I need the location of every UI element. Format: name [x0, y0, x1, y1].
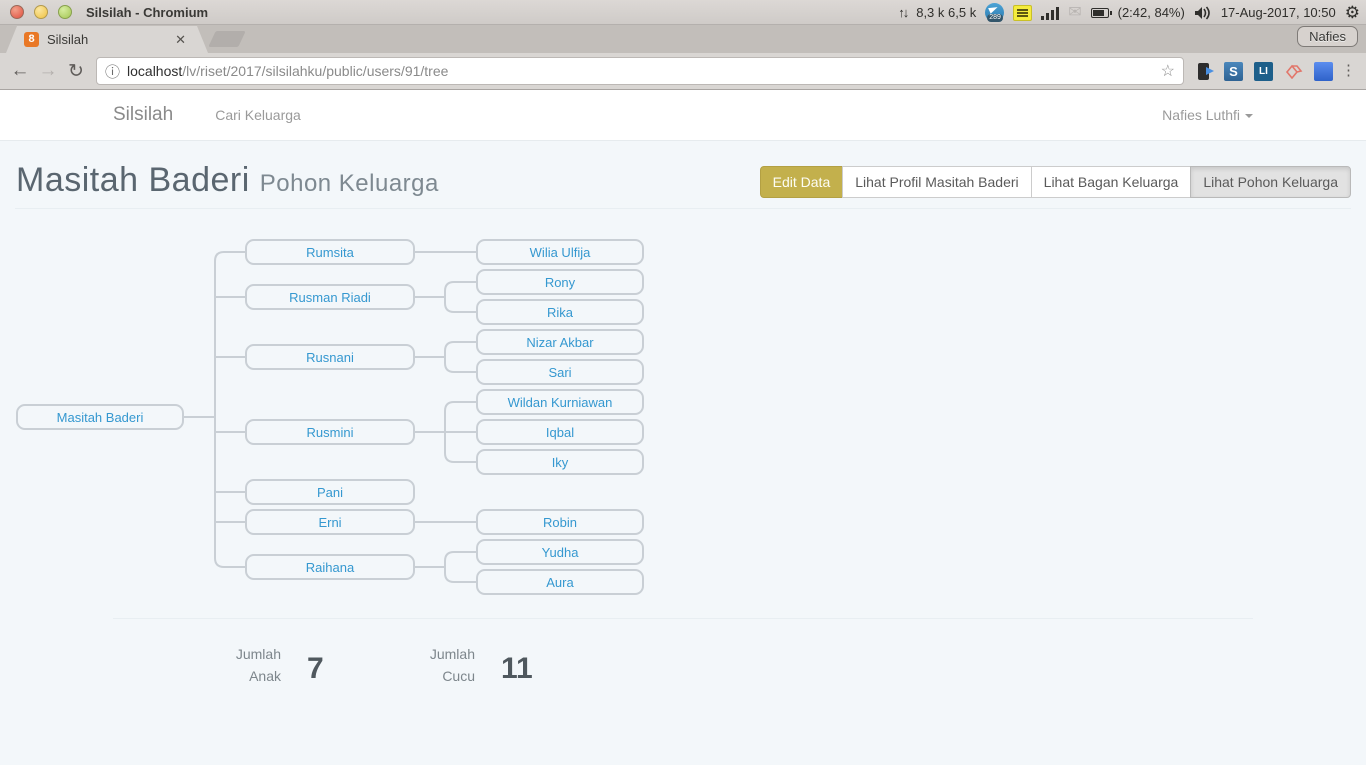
edit-data-button[interactable]: Edit Data	[760, 166, 844, 198]
paper-plane-icon	[988, 4, 999, 13]
tree-node[interactable]: Rika	[476, 299, 644, 325]
laravel-extension-icon[interactable]	[1284, 62, 1303, 81]
window-maximize-button[interactable]	[58, 5, 72, 19]
stat-jumlah-cucu: JumlahCucu 11	[375, 640, 533, 687]
list-indicator-icon[interactable]	[1013, 5, 1032, 21]
network-speed-text: 8,3 k 6,5 k	[916, 5, 976, 20]
user-dropdown[interactable]: Nafies Luthfi	[1162, 107, 1253, 123]
unread-count-badge: 289	[987, 14, 1003, 22]
tree-node[interactable]: Robin	[476, 509, 644, 535]
title-divider	[15, 208, 1351, 209]
browser-tab[interactable]: 8 Silsilah ✕	[6, 26, 208, 53]
tree-node[interactable]: Rusnani	[245, 344, 415, 370]
li-extension-icon[interactable]: LI	[1254, 62, 1273, 81]
clock-text: 17-Aug-2017, 10:50	[1221, 5, 1336, 20]
web-page: Silsilah Cari Keluarga Nafies Luthfi Mas…	[0, 90, 1366, 765]
tree-node[interactable]: Raihana	[245, 554, 415, 580]
chevron-down-icon	[1245, 114, 1253, 118]
reload-button[interactable]: ↻	[62, 60, 90, 83]
tree-node[interactable]: Sari	[476, 359, 644, 385]
lihat-profil-button[interactable]: Lihat Profil Masitah Baderi	[842, 166, 1031, 198]
desktop-name-badge[interactable]: Nafies	[1297, 26, 1358, 47]
network-arrows-icon[interactable]: ↑↓	[898, 5, 907, 20]
settings-gear-icon[interactable]: ⚙	[1345, 4, 1360, 21]
os-title-bar: Silsilah - Chromium ↑↓ 8,3 k 6,5 k 289 ✉…	[0, 0, 1366, 25]
url-text: localhost/lv/riset/2017/silsilahku/publi…	[127, 63, 448, 79]
battery-text: (2:42, 84%)	[1118, 5, 1185, 20]
tree-node[interactable]: Wilia Ulfija	[476, 239, 644, 265]
tree-node[interactable]: Iqbal	[476, 419, 644, 445]
url-host: localhost	[127, 63, 182, 79]
back-button[interactable]: ←	[6, 60, 34, 82]
new-tab-button[interactable]	[208, 31, 245, 47]
page-subtitle: Pohon Keluarga	[260, 170, 439, 197]
site-navbar: Silsilah Cari Keluarga Nafies Luthfi	[0, 90, 1366, 141]
page-title: Masitah Baderi Pohon Keluarga	[16, 161, 439, 200]
nav-link-cari-keluarga[interactable]: Cari Keluarga	[215, 107, 301, 123]
tree-node[interactable]: Iky	[476, 449, 644, 475]
browser-toolbar: ← → ↻ ⓘ localhost/lv/riset/2017/silsilah…	[0, 53, 1366, 90]
tree-node[interactable]: Nizar Akbar	[476, 329, 644, 355]
signal-bars-icon[interactable]	[1041, 6, 1059, 20]
mail-icon[interactable]: ✉	[1068, 5, 1081, 21]
stat-cucu-value: 11	[501, 640, 533, 687]
battery-icon[interactable]	[1091, 8, 1109, 18]
tab-bar: 8 Silsilah ✕ Nafies	[0, 25, 1366, 53]
tree-node[interactable]: Rusmini	[245, 419, 415, 445]
browser-menu-icon[interactable]: ⋮	[1341, 68, 1356, 74]
bookmark-star-icon[interactable]: ☆	[1161, 61, 1175, 81]
window-title: Silsilah - Chromium	[86, 5, 208, 20]
s-extension-icon[interactable]: S	[1224, 62, 1243, 81]
forward-button[interactable]: →	[34, 60, 62, 82]
lihat-pohon-button[interactable]: Lihat Pohon Keluarga	[1190, 166, 1351, 198]
tree-node[interactable]: Pani	[245, 479, 415, 505]
system-tray: ↑↓ 8,3 k 6,5 k 289 ✉ (2:42, 84%) 17-Aug-…	[898, 0, 1360, 25]
tree-node[interactable]: Rumsita	[245, 239, 415, 265]
brand-link[interactable]: Silsilah	[113, 104, 173, 126]
action-button-group: Edit Data Lihat Profil Masitah Baderi Li…	[760, 166, 1351, 198]
tree-node[interactable]: Rusman Riadi	[245, 284, 415, 310]
window-close-button[interactable]	[10, 5, 24, 19]
tree-node[interactable]: Rony	[476, 269, 644, 295]
page-info-icon[interactable]: ⓘ	[105, 61, 120, 82]
tab-title: Silsilah	[47, 32, 175, 47]
url-path: /lv/riset/2017/silsilahku/public/users/9…	[182, 63, 448, 79]
stat-jumlah-anak: JumlahAnak 7	[181, 640, 324, 687]
stat-anak-value: 7	[307, 640, 324, 687]
family-tree: Masitah Baderi Rumsita Wilia Ulfija Rusman …	[0, 240, 1366, 612]
blue-square-extension-icon[interactable]	[1314, 62, 1333, 81]
address-bar[interactable]: ⓘ localhost/lv/riset/2017/silsilahku/pub…	[96, 57, 1184, 85]
tree-node[interactable]: Yudha	[476, 539, 644, 565]
xampp-favicon-icon: 8	[24, 32, 39, 47]
lihat-bagan-button[interactable]: Lihat Bagan Keluarga	[1031, 166, 1192, 198]
tab-close-icon[interactable]: ✕	[175, 32, 186, 48]
tree-node[interactable]: Masitah Baderi	[16, 404, 184, 430]
messenger-icon[interactable]: 289	[985, 3, 1004, 22]
tree-node[interactable]: Aura	[476, 569, 644, 595]
mobile-view-extension-icon[interactable]	[1194, 62, 1213, 81]
stats-divider	[113, 618, 1253, 619]
tree-node[interactable]: Wildan Kurniawan	[476, 389, 644, 415]
tree-node[interactable]: Erni	[245, 509, 415, 535]
volume-icon[interactable]	[1194, 6, 1212, 20]
window-minimize-button[interactable]	[34, 5, 48, 19]
